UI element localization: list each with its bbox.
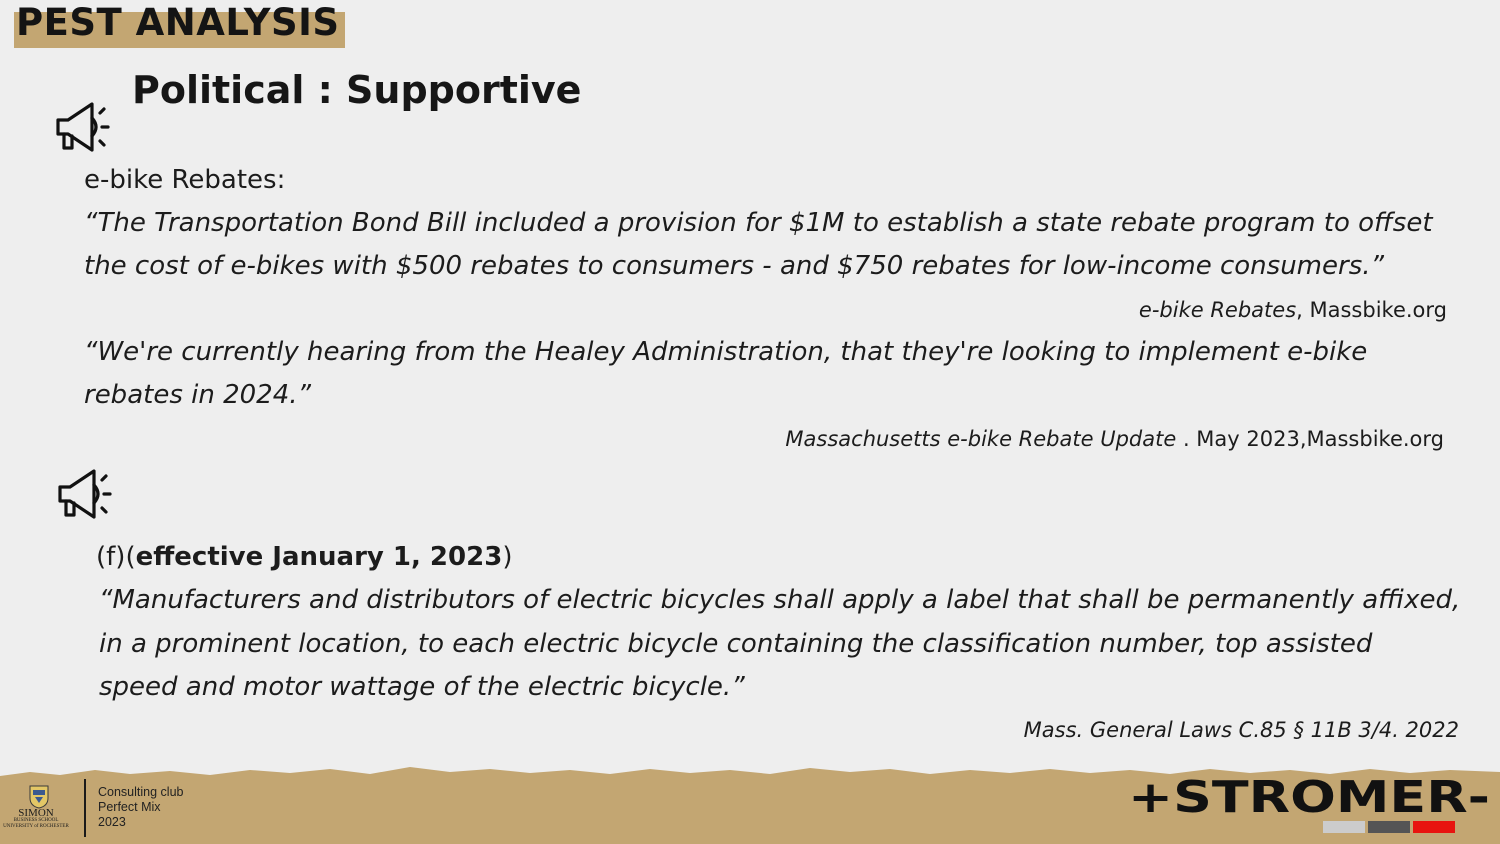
quote1-line2: the cost of e-bikes with $500 rebates to…: [84, 251, 1384, 281]
quote1-source-title: e-bike Rebates: [1138, 298, 1297, 322]
page-title: PEST ANALYSIS: [16, 1, 340, 44]
org-line2: Perfect Mix: [98, 800, 161, 814]
brand-bar-dark: [1368, 821, 1410, 833]
stromer-logo: +STROMER-: [1128, 776, 1490, 822]
school-subtitle: BUSINESS SCHOOL UNIVERSITY of ROCHESTER: [0, 818, 72, 831]
quote2-line1: “We're currently hearing from the Healey…: [84, 337, 1368, 367]
law-quote-line3: speed and motor wattage of the electric …: [99, 672, 745, 702]
quote2-source-title: Massachusetts e-bike Rebate Update: [785, 427, 1177, 451]
footer-divider: [84, 779, 86, 837]
megaphone-icon: [58, 469, 112, 519]
brand-bar-red: [1413, 821, 1455, 833]
law-effective-label: (f)(effective January 1, 2023): [96, 542, 512, 573]
org-line1: Consulting club: [98, 785, 184, 799]
quote2-line2: rebates in 2024.”: [84, 380, 311, 410]
law-label-suffix: ): [502, 542, 513, 572]
brand-bar-light: [1323, 821, 1365, 833]
brand-color-bars: [1323, 821, 1455, 833]
megaphone-icon: [56, 102, 110, 152]
quote2-source: Massachusetts e-bike Rebate Update . May…: [785, 427, 1444, 451]
law-quote-line1: “Manufacturers and distributors of elect…: [99, 585, 1461, 615]
law-quote-line2: in a prominent location, to each electri…: [99, 629, 1373, 659]
school-sub2: UNIVERSITY of ROCHESTER: [3, 824, 69, 830]
law-label-prefix: (f)(: [96, 542, 136, 572]
org-line3: 2023: [98, 815, 126, 829]
quote1-source-site: , Massbike.org: [1296, 298, 1447, 322]
effective-date: effective January 1, 2023: [135, 542, 503, 572]
quote1-source: e-bike Rebates, Massbike.org: [1139, 298, 1447, 322]
section-heading: Political : Supportive: [132, 68, 582, 112]
law-source: Mass. General Laws C.85 § 11B 3/4. 2022: [1023, 718, 1459, 742]
rebates-label: e-bike Rebates:: [84, 165, 286, 195]
quote2-source-site: . May 2023,Massbike.org: [1176, 427, 1444, 451]
brand-text: +STROMER-: [1128, 776, 1490, 822]
org-info: Consulting club Perfect Mix 2023: [98, 785, 183, 830]
quote1-line1: “The Transportation Bond Bill included a…: [84, 208, 1433, 238]
